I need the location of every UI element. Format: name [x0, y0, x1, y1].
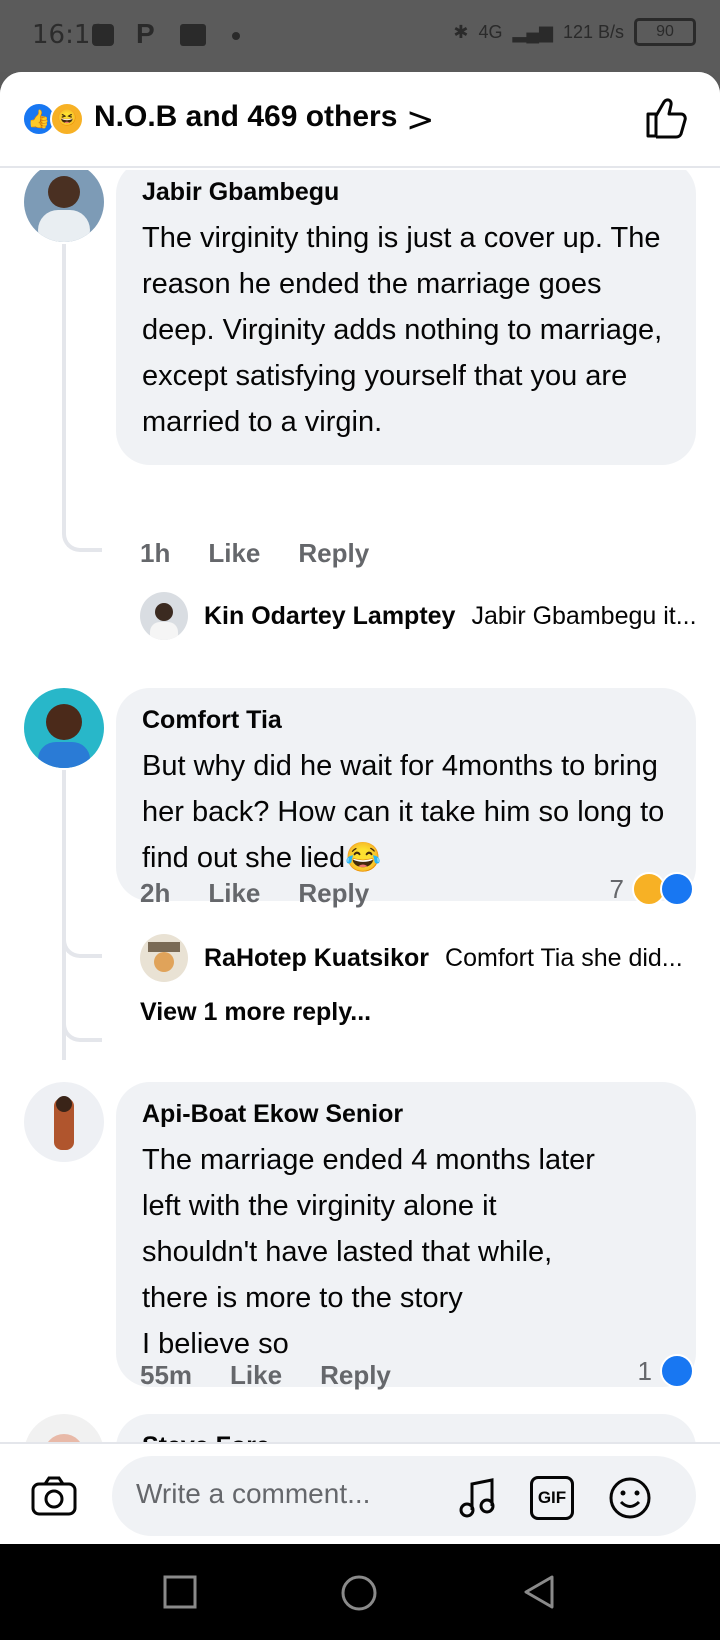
thread-connector — [62, 510, 102, 552]
music-icon[interactable] — [456, 1476, 500, 1520]
reply-button[interactable]: Reply — [320, 1360, 391, 1391]
reply-author[interactable]: RaHotep Kuatsikor — [204, 944, 429, 973]
comment-time: 55m — [140, 1360, 193, 1390]
comment-author[interactable]: Api-Boat Ekow Senior — [142, 1100, 672, 1129]
status-right: ✱ 4G ▂▄▆ 121 B/s 90 — [453, 18, 696, 46]
comments-feed[interactable]: Jabir Gbambegu The virginity thing is ju… — [0, 170, 720, 1442]
parking-app-icon: P — [136, 18, 155, 49]
comment-line: shouldn't have lasted that while, — [142, 1236, 553, 1268]
comment-time: 2h — [140, 878, 171, 908]
comment-reactions[interactable]: 1 — [638, 1354, 694, 1388]
reply-preview[interactable]: RaHotep Kuatsikor Comfort Tia she did... — [140, 934, 683, 982]
comment-actions: 1h Like Reply — [140, 538, 369, 569]
comment-bubble[interactable]: Jabir Gbambegu The virginity thing is ju… — [116, 170, 696, 465]
comment-bubble[interactable]: Api-Boat Ekow Senior The marriage ended … — [116, 1082, 696, 1387]
comment-author[interactable]: Steve Fore... — [142, 1432, 672, 1442]
emoji-icon[interactable] — [608, 1476, 652, 1520]
reply-preview-text: Comfort Tia she did... — [445, 943, 683, 972]
comment-bubble[interactable]: Steve Fore... — [116, 1414, 696, 1442]
reaction-count: 1 — [637, 1355, 652, 1386]
comment-input[interactable]: Write a comment... GIF — [112, 1456, 696, 1536]
comment-composer: Write a comment... GIF — [0, 1442, 720, 1544]
network-label: 4G — [478, 21, 503, 42]
like-button[interactable]: Like — [208, 878, 260, 909]
reply-button[interactable]: Reply — [298, 878, 369, 909]
reactions-header[interactable]: 👍 😆 N.O.B and 469 others > — [0, 72, 720, 168]
comment-text: But why did he wait for 4months to bring… — [142, 750, 665, 874]
gif-icon[interactable]: GIF — [530, 1476, 574, 1520]
back-icon[interactable] — [522, 1574, 556, 1610]
reply-preview[interactable]: Kin Odartey Lamptey Jabir Gbambegu it... — [140, 592, 697, 640]
camera-icon[interactable] — [30, 1474, 78, 1518]
thread-connector — [62, 870, 102, 958]
comment-time: 1h — [140, 538, 171, 568]
comment-line: there is more to the story — [142, 1282, 463, 1314]
status-bar: 16:13 P ✱ 4G ▂▄▆ 121 B/s 90 — [0, 0, 720, 72]
reply-author[interactable]: Kin Odartey Lamptey — [204, 602, 455, 631]
chevron-right-icon[interactable]: > — [406, 100, 435, 140]
reactions-summary[interactable]: N.O.B and 469 others — [94, 100, 397, 134]
comment-bubble[interactable]: Comfort Tia But why did he wait for 4mon… — [116, 688, 696, 901]
battery-icon: 90 — [634, 18, 696, 46]
avatar[interactable] — [24, 170, 104, 242]
comment-actions: 2h Like Reply — [140, 878, 369, 909]
home-icon[interactable] — [340, 1574, 378, 1612]
avatar[interactable] — [140, 592, 188, 640]
like-button[interactable]: Like — [208, 538, 260, 569]
comment-line: left with the virginity alone it — [142, 1190, 497, 1222]
bluetooth-icon: ✱ — [453, 21, 469, 42]
like-button[interactable]: Like — [230, 1360, 282, 1391]
comment-placeholder[interactable]: Write a comment... — [136, 1478, 370, 1510]
reply-button[interactable]: Reply — [298, 538, 369, 569]
reply-preview-text: Jabir Gbambegu it... — [471, 601, 697, 630]
comment-reactions[interactable]: 7 — [610, 872, 694, 906]
speed-label: 121 B/s — [562, 21, 624, 42]
avatar[interactable] — [24, 1082, 104, 1162]
system-nav-bar — [0, 1544, 720, 1640]
comment-text: The marriage ended 4 months later left w… — [142, 1137, 672, 1367]
comment-text: The virginity thing is just a cover up. … — [142, 222, 663, 438]
haha-icon: 😆 — [50, 102, 84, 136]
message-icon — [180, 24, 206, 46]
thread-line — [62, 244, 66, 534]
avatar[interactable] — [24, 688, 104, 768]
comment-author[interactable]: Comfort Tia — [142, 706, 672, 735]
avatar[interactable] — [140, 934, 188, 982]
reaction-count: 7 — [609, 873, 624, 904]
notification-icon — [92, 24, 114, 46]
view-more-replies-link[interactable]: View 1 more reply... — [140, 998, 371, 1027]
comments-sheet: 👍 😆 N.O.B and 469 others > Jabir Gbambeg… — [0, 72, 720, 1544]
thread-connector — [62, 1000, 102, 1042]
like-icon — [660, 872, 694, 906]
more-notifications-icon — [232, 32, 240, 40]
comment-author[interactable]: Jabir Gbambegu — [142, 178, 672, 207]
comment-actions: 55m Like Reply — [140, 1360, 391, 1391]
comment-line: The marriage ended 4 months later — [142, 1144, 595, 1176]
recents-icon[interactable] — [162, 1574, 198, 1610]
avatar[interactable] — [24, 1414, 104, 1442]
signal-icon: ▂▄▆ — [512, 21, 553, 42]
like-icon — [660, 1354, 694, 1388]
thumbs-up-icon[interactable] — [642, 94, 690, 142]
reaction-icons: 👍 😆 — [22, 102, 84, 136]
